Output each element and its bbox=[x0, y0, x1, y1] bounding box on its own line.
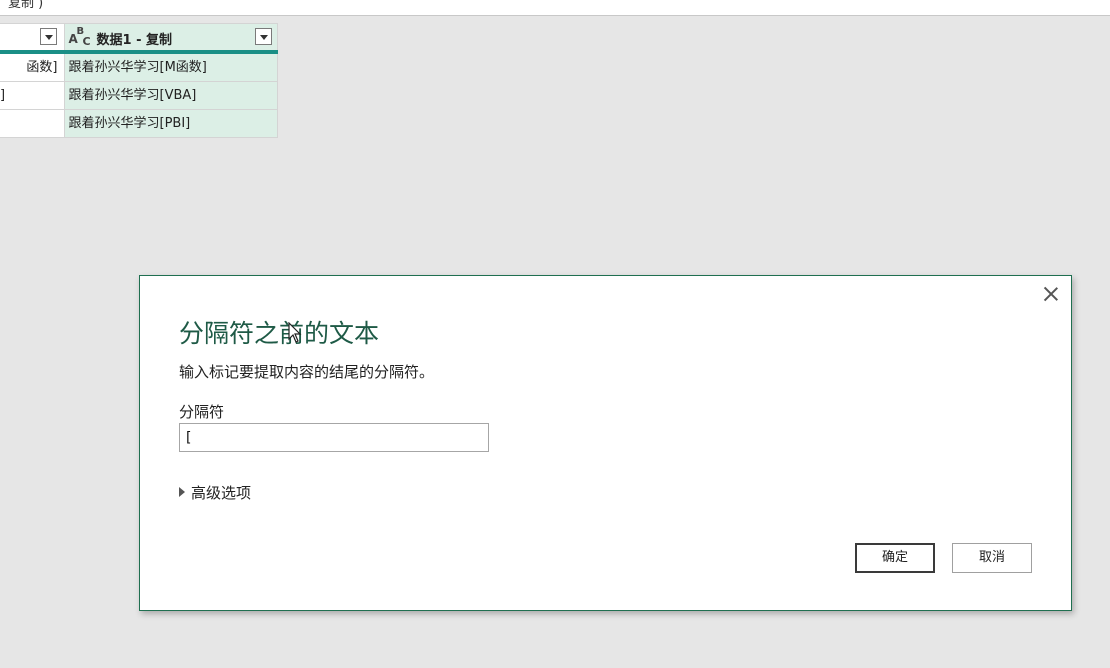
abc-text-type-icon[interactable]: ABC bbox=[69, 26, 93, 48]
expand-triangle-icon bbox=[179, 487, 185, 497]
close-icon[interactable] bbox=[1042, 285, 1060, 303]
data-preview-grid: ABC 数据1 - 复制 函数] 跟着孙兴华学习[M函数] ] 跟着孙兴华学习[… bbox=[0, 23, 278, 138]
advanced-options-label: 高级选项 bbox=[191, 484, 252, 502]
column1-header[interactable] bbox=[0, 23, 65, 54]
text-before-delimiter-dialog: 分隔符之前的文本 输入标记要提取内容的结尾的分隔符。 分隔符 高级选项 确定 取… bbox=[139, 275, 1072, 611]
ok-button[interactable]: 确定 bbox=[855, 543, 935, 573]
dialog-title: 分隔符之前的文本 bbox=[179, 319, 380, 348]
cancel-button[interactable]: 取消 bbox=[952, 543, 1032, 573]
column2-header-title: 数据1 - 复制 bbox=[96, 33, 173, 48]
table-cell[interactable]: 函数] bbox=[0, 51, 65, 82]
table-row: 函数] 跟着孙兴华学习[M函数] bbox=[0, 51, 278, 82]
delimiter-input[interactable] bbox=[179, 423, 489, 452]
table-row: 跟着孙兴华学习[PBI] bbox=[0, 109, 278, 138]
delimiter-label: 分隔符 bbox=[179, 403, 225, 421]
dialog-description: 输入标记要提取内容的结尾的分隔符。 bbox=[179, 363, 435, 381]
column2-filter-dropdown-icon[interactable] bbox=[254, 28, 272, 45]
mouse-cursor-icon bbox=[288, 322, 302, 343]
table-cell[interactable] bbox=[0, 109, 65, 138]
table-row: ] 跟着孙兴华学习[VBA] bbox=[0, 81, 278, 110]
top-bar: 复制 ) bbox=[0, 0, 1110, 16]
grid-header-row: ABC 数据1 - 复制 bbox=[0, 23, 278, 54]
column2-header[interactable]: ABC 数据1 - 复制 bbox=[64, 23, 278, 54]
table-cell[interactable]: 跟着孙兴华学习[VBA] bbox=[64, 81, 278, 110]
column1-filter-dropdown-icon[interactable] bbox=[40, 28, 57, 45]
table-cell[interactable]: 跟着孙兴华学习[M函数] bbox=[64, 51, 278, 82]
query-name-fragment: 复制 ) bbox=[8, 0, 44, 11]
table-cell[interactable]: 跟着孙兴华学习[PBI] bbox=[64, 109, 278, 138]
advanced-options-toggle[interactable]: 高级选项 bbox=[179, 482, 251, 503]
table-cell[interactable]: ] bbox=[0, 81, 65, 110]
